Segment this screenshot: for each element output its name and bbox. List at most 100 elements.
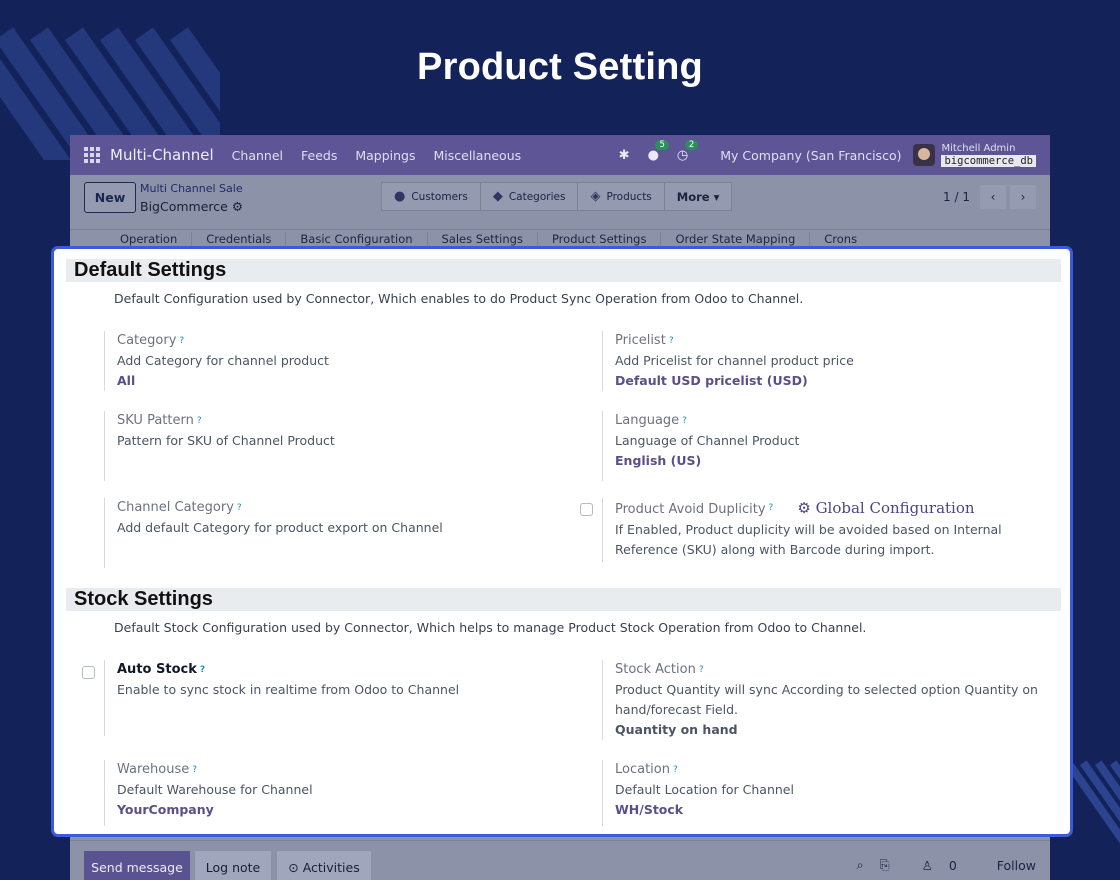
categories-label: Categories <box>508 190 566 203</box>
menu-mappings[interactable]: Mappings <box>355 148 415 163</box>
location-description: Default Location for Channel <box>615 782 794 797</box>
category-label-text: Category <box>117 333 177 348</box>
user-menu[interactable]: Mitchell Admin bigcommerce_db <box>941 143 1036 167</box>
warehouse-label-text: Warehouse <box>117 762 190 777</box>
category-label: Category? <box>117 331 544 351</box>
more-button[interactable]: More ▾ <box>665 183 732 210</box>
warehouse-description: Default Warehouse for Channel <box>117 782 313 797</box>
channel-category-label: Channel Category? <box>117 498 544 518</box>
help-icon[interactable]: ? <box>197 416 202 426</box>
apps-grid-icon[interactable] <box>84 147 100 163</box>
pricelist-label: Pricelist? <box>615 331 1042 351</box>
language-setting: Language? Language of Channel Product En… <box>602 411 1042 481</box>
pricelist-setting: Pricelist? Add Pricelist for channel pro… <box>602 331 1042 391</box>
clock-icon[interactable]: ◷ 2 <box>677 139 699 163</box>
location-value[interactable]: WH/Stock <box>615 800 1042 820</box>
database-name: bigcommerce_db <box>941 155 1036 167</box>
messages-badge: 5 <box>655 139 669 150</box>
breadcrumb-parent[interactable]: Multi Channel Sale <box>140 182 243 195</box>
new-button[interactable]: New <box>84 182 136 213</box>
help-icon[interactable]: ? <box>669 336 674 346</box>
follow-button[interactable]: Follow <box>997 858 1036 873</box>
language-value[interactable]: English (US) <box>615 451 1042 471</box>
location-label: Location? <box>615 760 1042 780</box>
global-configuration-link[interactable]: ⚙ Global Configuration <box>797 499 974 517</box>
gear-icon[interactable]: ⚙ <box>232 199 243 214</box>
stock-settings-description: Default Stock Configuration used by Conn… <box>114 620 867 635</box>
help-icon[interactable]: ? <box>699 665 704 675</box>
auto-stock-label: Auto Stock? <box>117 660 544 680</box>
sku-label: SKU Pattern? <box>117 411 544 431</box>
activities-badge: 2 <box>684 139 699 150</box>
paperclip-icon[interactable]: ⎘ <box>880 857 890 873</box>
avoid-duplicity-label: Product Avoid Duplicity? ⚙ Global Configu… <box>615 498 1062 520</box>
help-icon[interactable]: ? <box>682 416 687 426</box>
channel-category-setting: Channel Category? Add default Category f… <box>104 498 544 568</box>
warehouse-value[interactable]: YourCompany <box>117 800 544 820</box>
auto-stock-description: Enable to sync stock in realtime from Od… <box>117 682 460 697</box>
warehouse-setting: Warehouse? Default Warehouse for Channel… <box>104 760 544 826</box>
avoid-duplicity-setting: Product Avoid Duplicity? ⚙ Global Configu… <box>602 498 1062 562</box>
help-icon[interactable]: ? <box>769 503 774 513</box>
categories-button[interactable]: ◆ Categories <box>481 183 579 210</box>
products-button[interactable]: ◈ Products <box>578 183 665 210</box>
sku-label-text: SKU Pattern <box>117 413 194 428</box>
auto-stock-checkbox[interactable] <box>82 666 95 679</box>
channel-category-label-text: Channel Category <box>117 500 234 515</box>
help-icon[interactable]: ? <box>192 765 197 775</box>
tag-icon: ◆ <box>492 189 503 204</box>
breadcrumb-current: BigCommerce ⚙ <box>140 199 243 214</box>
help-icon[interactable]: ? <box>673 765 678 775</box>
help-icon[interactable]: ? <box>200 665 205 675</box>
pricelist-description: Add Pricelist for channel product price <box>615 353 854 368</box>
chevron-left-icon[interactable]: ‹ <box>980 185 1006 209</box>
category-value[interactable]: All <box>117 371 544 391</box>
menu-feeds[interactable]: Feeds <box>301 148 337 163</box>
hero-title: Product Setting <box>417 46 703 88</box>
top-navbar: Multi-Channel Channel Feeds Mappings Mis… <box>70 135 1050 175</box>
sku-pattern-setting: SKU Pattern? Pattern for SKU of Channel … <box>104 411 544 481</box>
help-icon[interactable]: ? <box>237 503 242 513</box>
pager-value: 1 / 1 <box>943 190 970 204</box>
avoid-duplicity-checkbox[interactable] <box>580 503 593 516</box>
followers-button[interactable]: ♙ 0 <box>906 858 957 873</box>
avoid-duplicity-label-text: Product Avoid Duplicity <box>615 502 766 517</box>
avoid-duplicity-description-2: Reference (SKU) along with Barcode durin… <box>615 542 935 557</box>
bug-icon[interactable]: ✱ <box>619 148 630 163</box>
log-note-button[interactable]: Log note <box>195 851 271 880</box>
auto-stock-label-text: Auto Stock <box>117 662 197 677</box>
help-icon[interactable]: ? <box>179 336 184 346</box>
user-name: Mitchell Admin <box>941 143 1016 154</box>
followers-count: 0 <box>948 857 957 873</box>
global-configuration-label: Global Configuration <box>815 499 975 517</box>
app-brand[interactable]: Multi-Channel <box>110 146 214 164</box>
products-label: Products <box>606 190 652 203</box>
avatar[interactable] <box>913 144 936 166</box>
stock-settings-heading: Stock Settings <box>66 588 1061 611</box>
language-label: Language? <box>615 411 1042 431</box>
customers-button[interactable]: ● Customers <box>382 183 481 210</box>
location-label-text: Location <box>615 762 670 777</box>
channel-category-description: Add default Category for product export … <box>117 520 443 535</box>
stock-action-description-2: hand/forecast Field. <box>615 702 738 717</box>
company-switcher[interactable]: My Company (San Francisco) <box>720 148 901 163</box>
stock-action-value[interactable]: Quantity on hand <box>615 720 1062 740</box>
menu-miscellaneous[interactable]: Miscellaneous <box>434 148 522 163</box>
chat-icon[interactable]: ● 5 <box>648 139 669 163</box>
pricelist-value[interactable]: Default USD pricelist (USD) <box>615 371 1042 391</box>
stock-action-description-1: Product Quantity will sync According to … <box>615 682 1038 697</box>
chevron-right-icon[interactable]: › <box>1010 185 1036 209</box>
activities-button[interactable]: ⊙ Activities <box>277 851 371 880</box>
chatter-actions: ⌕ ⎘ ♙ 0 Follow <box>841 857 1036 873</box>
menu-channel[interactable]: Channel <box>232 148 283 163</box>
pricelist-label-text: Pricelist <box>615 333 666 348</box>
sku-description: Pattern for SKU of Channel Product <box>117 433 335 448</box>
user-icon: ♙ <box>921 857 933 873</box>
chatter-bar: Send message Log note ⊙ Activities ⌕ ⎘ ♙… <box>70 840 1050 880</box>
pager: 1 / 1 ‹ › <box>943 185 1036 209</box>
search-icon[interactable]: ⌕ <box>857 857 864 873</box>
smart-buttons: ● Customers ◆ Categories ◈ Products More ▾ <box>381 182 733 211</box>
users-icon: ● <box>394 189 406 204</box>
send-message-button[interactable]: Send message <box>84 851 190 880</box>
category-setting: Category? Add Category for channel produ… <box>104 331 544 391</box>
